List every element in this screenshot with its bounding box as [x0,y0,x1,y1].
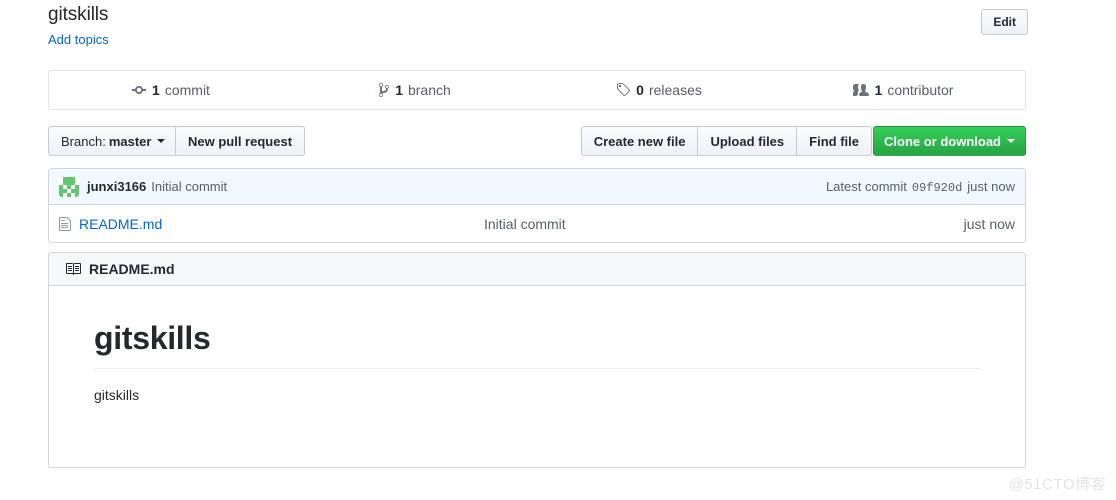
find-file-button[interactable]: Find file [796,126,872,156]
repo-stats-bar: 1 commit 1 branch 0 releases 1 contribut… [48,70,1026,110]
github-repo-page: gitskills Add topics Edit 1 commit 1 bra… [0,0,1116,500]
file-name-link[interactable]: README.md [79,216,484,232]
stat-releases[interactable]: 0 releases [537,71,781,109]
edit-button[interactable]: Edit [981,9,1028,35]
file-commit-message[interactable]: Initial commit [484,216,964,232]
latest-commit-label: Latest commit [825,178,907,194]
readme-header: README.md [49,253,1025,286]
chevron-down-icon [1007,139,1015,143]
avatar [59,176,79,197]
stat-commits-count: 1 [152,82,160,98]
git-branch-icon [379,82,390,98]
file-actions-group: Create new file Upload files Find file [580,126,872,156]
latest-commit-row: junxi3166 Initial commit Latest commit 0… [49,169,1025,205]
commit-age: just now [967,178,1015,194]
readme-title: README.md [89,261,175,277]
stat-contributors-label: contributor [887,82,954,98]
file-list-box: junxi3166 Initial commit Latest commit 0… [48,168,1026,243]
readme-body: gitskills gitskills [49,286,1025,438]
readme-heading: gitskills [94,318,980,369]
upload-files-button[interactable]: Upload files [697,126,797,156]
branch-prefix-label: Branch: [61,133,106,149]
create-new-file-button[interactable]: Create new file [580,126,698,156]
page-title: gitskills [48,4,109,25]
commit-sha-link[interactable]: 09f920d [912,181,962,195]
file-icon [59,216,71,232]
commit-message-link[interactable]: Initial commit [151,179,227,194]
people-icon [852,82,869,98]
book-icon [65,261,81,277]
stat-contributors-count: 1 [874,82,883,98]
add-topics-link[interactable]: Add topics [48,32,109,47]
chevron-down-icon [157,139,166,143]
stat-branches[interactable]: 1 branch [293,71,537,109]
commit-author-link[interactable]: junxi3166 [87,179,146,194]
repo-toolbar: Branch: master New pull request Create n… [48,126,1026,158]
git-commit-icon [132,82,147,98]
clone-or-download-label: Clone or download [884,133,1001,149]
repo-header: gitskills Add topics Edit [48,4,1028,47]
stat-commits-label: commit [164,82,210,98]
branch-selector-button[interactable]: Branch: master [48,126,179,156]
stat-releases-label: releases [648,82,702,98]
new-pull-request-button[interactable]: New pull request [175,126,306,156]
file-age: just now [963,215,1015,232]
branch-name-label: master [108,133,152,149]
stat-branches-count: 1 [395,82,403,98]
table-row: README.md Initial commit just now [49,205,1025,242]
readme-box: README.md gitskills gitskills [48,252,1026,468]
clone-or-download-button[interactable]: Clone or download [873,126,1026,156]
readme-paragraph: gitskills [94,387,140,403]
stat-commits[interactable]: 1 commit [49,71,293,109]
stat-contributors[interactable]: 1 contributor [781,71,1025,109]
tag-icon [616,82,631,98]
stat-releases-count: 0 [636,82,644,98]
commit-meta: Latest commit 09f920d just now [826,179,1015,195]
watermark: @51CTO博客 [1008,476,1106,493]
stat-branches-label: branch [407,82,451,98]
